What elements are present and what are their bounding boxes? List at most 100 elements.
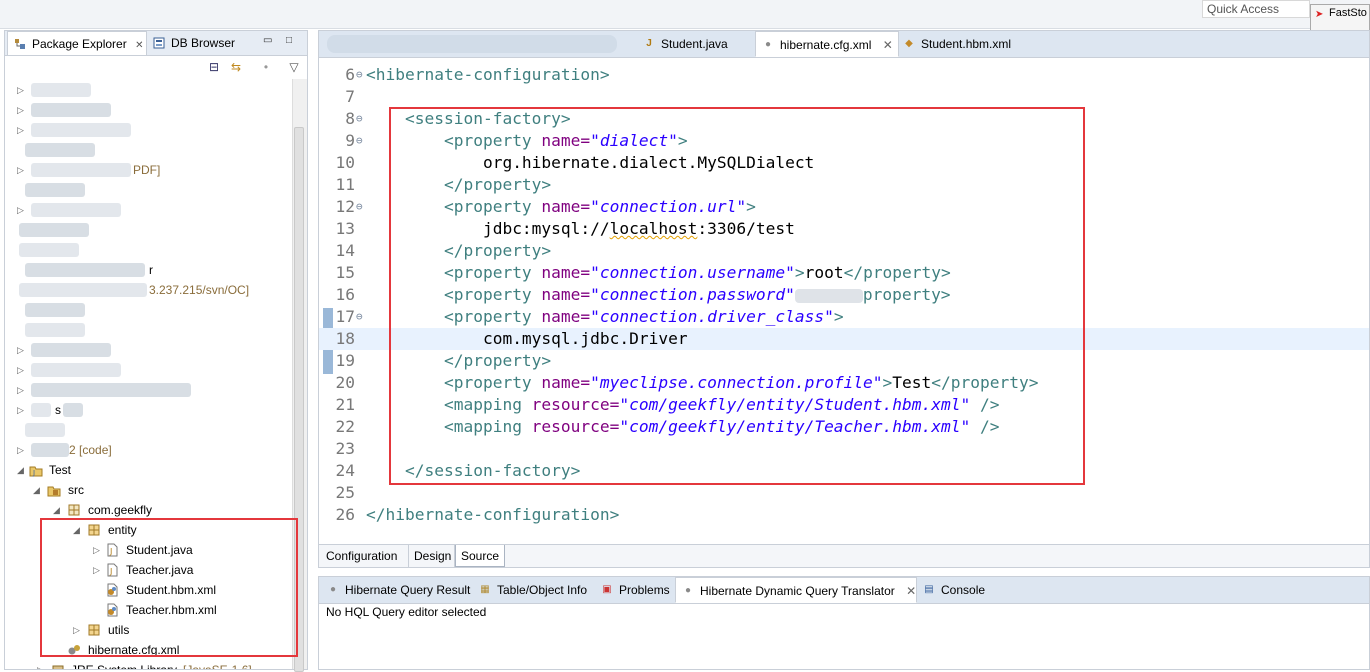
- tab-student-hbm[interactable]: ◆ Student.hbm.xml: [897, 31, 1037, 57]
- tab-source[interactable]: Source: [455, 545, 505, 567]
- fold-toggle-icon[interactable]: ⊖: [356, 108, 363, 130]
- tree-label: Student.hbm.xml: [126, 583, 217, 597]
- editor-mode-tabs: Configuration Design Source: [319, 544, 1369, 567]
- chevron-down-icon[interactable]: ◢: [73, 520, 81, 540]
- tree-label: Student.java: [126, 543, 193, 557]
- tree-row-obscured[interactable]: ▷: [5, 120, 205, 140]
- code-line: 12 ⊖ <property name="connection.url">: [335, 196, 756, 218]
- tab-label: Table/Object Info: [497, 583, 588, 597]
- collapse-all-icon[interactable]: ⊟: [207, 60, 221, 74]
- fold-toggle-icon[interactable]: ⊖: [356, 130, 363, 152]
- fold-toggle-icon[interactable]: ⊖: [356, 306, 363, 328]
- tree-partial-label: PDF]: [133, 163, 161, 177]
- view-menu-icon[interactable]: ▽: [287, 60, 301, 74]
- tree-scrollbar-thumb[interactable]: [294, 127, 304, 672]
- chevron-down-icon[interactable]: ◢: [17, 460, 25, 480]
- tree-row-obscured[interactable]: ▷ 2 [code]: [5, 440, 205, 460]
- fold-toggle-icon[interactable]: ⊖: [356, 196, 363, 218]
- tree-item-entity[interactable]: ◢ entity: [5, 520, 205, 540]
- tree-item-src[interactable]: ◢ src: [5, 480, 205, 500]
- close-icon[interactable]: ✕: [883, 38, 893, 52]
- tree-row-obscured[interactable]: ▷: [5, 100, 205, 120]
- hibernate-config-icon: ●: [764, 39, 772, 50]
- code-line: 15 <property name="connection.username">…: [335, 263, 951, 282]
- package-icon: [88, 624, 100, 636]
- package-explorer-view: Package Explorer ✕ DB Browser ▭ □ ⊟ ⇆ • …: [4, 30, 308, 672]
- link-with-editor-icon[interactable]: ⇆: [229, 60, 243, 74]
- faststone-label: FastSto: [1329, 7, 1367, 19]
- tree-item-package-com-geekfly[interactable]: ◢ com.geekfly: [5, 500, 205, 520]
- obscured-password: [794, 288, 863, 303]
- tab-problems[interactable]: ▣ Problems: [595, 577, 675, 603]
- java-file-icon: J: [107, 543, 118, 557]
- tab-configuration[interactable]: Configuration: [321, 545, 409, 567]
- maximize-icon[interactable]: □: [286, 36, 297, 46]
- code-line: 20 <property name="myeclipse.connection.…: [335, 373, 1039, 392]
- tree-row-obscured[interactable]: ▷: [5, 80, 205, 100]
- tree-label: Test: [49, 463, 72, 477]
- chevron-right-icon[interactable]: ▷: [73, 620, 81, 640]
- tree-item-jre-library[interactable]: ▷ JRE System Library [JavaSE-1.6]: [5, 660, 285, 669]
- tree-item-project-test[interactable]: ◢ J Test: [5, 460, 205, 480]
- tree-row-obscured[interactable]: ▷: [5, 360, 205, 380]
- tree-item-student-hbm[interactable]: Student.hbm.xml: [5, 580, 225, 600]
- tree-partial-label: 3.237.215/svn/OC]: [149, 283, 250, 297]
- package-icon: [68, 504, 80, 516]
- code-line: 11 </property>: [335, 175, 552, 194]
- tab-hibernate-cfg[interactable]: ● hibernate.cfg.xml ✕: [755, 31, 899, 57]
- tab-label: hibernate.cfg.xml: [780, 38, 872, 52]
- chevron-down-icon[interactable]: ◢: [33, 480, 41, 500]
- tab-hibernate-query-result[interactable]: ● Hibernate Query Result: [321, 577, 473, 603]
- tree-partial-label: 2 [code]: [69, 443, 112, 457]
- tab-design[interactable]: Design: [409, 545, 455, 567]
- tree-row-obscured: [5, 300, 205, 320]
- tree-row-obscured[interactable]: ▷ PDF]: [5, 160, 205, 180]
- bottom-view-tabs: ● Hibernate Query Result ▦ Table/Object …: [319, 577, 1369, 604]
- tab-table-object-info[interactable]: ▦ Table/Object Info: [473, 577, 595, 603]
- tab-label: Hibernate Dynamic Query Translator: [700, 584, 895, 598]
- chevron-down-icon[interactable]: ◢: [53, 500, 61, 520]
- tab-label: Student.hbm.xml: [921, 37, 1012, 51]
- tab-db-browser[interactable]: DB Browser: [147, 31, 247, 55]
- tree-row-obscured[interactable]: ▷: [5, 340, 205, 360]
- tree-row-obscured[interactable]: ▷ s: [5, 400, 205, 420]
- tree-item-hibernate-cfg[interactable]: hibernate.cfg.xml: [5, 640, 225, 660]
- java-file-icon: J: [646, 38, 652, 49]
- tree-item-teacher-java[interactable]: ▷ J Teacher.java: [5, 560, 225, 580]
- tree-row-obscured[interactable]: r: [5, 260, 205, 280]
- editor-horizontal-scrollbar[interactable]: [319, 534, 1369, 544]
- chevron-right-icon[interactable]: ▷: [37, 660, 45, 669]
- chevron-right-icon[interactable]: ▷: [93, 540, 101, 560]
- chevron-right-icon[interactable]: ▷: [93, 560, 101, 580]
- quick-access-input[interactable]: Quick Access: [1202, 0, 1310, 18]
- code-line-current: 18 com.mysql.jdbc.Driver: [319, 328, 1369, 350]
- tree-label: utils: [108, 623, 130, 637]
- tree-label: entity: [108, 523, 137, 537]
- tree-row-obscured: [5, 180, 205, 200]
- tab-student-java[interactable]: J Student.java: [637, 31, 757, 57]
- tab-package-explorer[interactable]: Package Explorer ✕: [7, 31, 147, 55]
- tree-row-obscured[interactable]: ▷: [5, 380, 205, 400]
- close-icon[interactable]: ✕: [906, 584, 916, 598]
- hibernate-mapping-icon: [107, 583, 118, 597]
- tab-hibernate-dynamic-query-translator[interactable]: ● Hibernate Dynamic Query Translator ✕: [675, 577, 917, 603]
- view-menu-dots-icon[interactable]: •: [259, 60, 273, 74]
- tab-console[interactable]: ▤ Console: [917, 577, 993, 603]
- tree-item-teacher-hbm[interactable]: Teacher.hbm.xml: [5, 600, 225, 620]
- tree-label: com.geekfly: [88, 503, 153, 517]
- left-view-tabs: Package Explorer ✕ DB Browser ▭ □: [5, 31, 307, 56]
- tab-label: DB Browser: [171, 36, 236, 50]
- tree-item-utils[interactable]: ▷ utils: [5, 620, 205, 640]
- code-area[interactable]: 6 ⊖ <hibernate-configuration> 7 8 ⊖ <sessio…: [319, 58, 1369, 550]
- fold-toggle-icon[interactable]: ⊖: [356, 64, 363, 86]
- tree-row-obscured[interactable]: ▷: [5, 200, 205, 220]
- tree-row-obscured[interactable]: 3.237.215/svn/OC]: [5, 280, 285, 300]
- close-icon[interactable]: ✕: [135, 40, 143, 51]
- tab-label: Console: [941, 583, 986, 597]
- code-line: 21 <mapping resource="com/geekfly/entity…: [335, 395, 1000, 414]
- hibernate-query-icon: ●: [329, 584, 337, 595]
- minimize-icon[interactable]: ▭: [263, 36, 274, 46]
- code-line: 10 org.hibernate.dialect.MySQLDialect: [335, 153, 815, 172]
- library-icon: [52, 665, 64, 669]
- tree-item-student-java[interactable]: ▷ J Student.java: [5, 540, 225, 560]
